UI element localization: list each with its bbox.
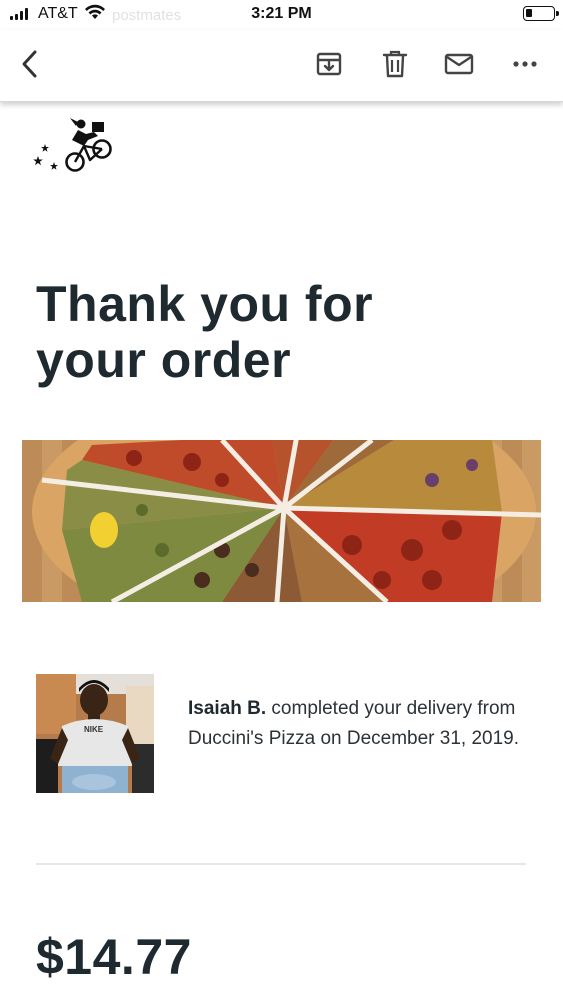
heading-line-1: Thank you for xyxy=(36,276,374,332)
chevron-left-icon xyxy=(22,50,37,78)
battery-level xyxy=(526,9,532,17)
pizza-banner-image xyxy=(22,440,541,602)
email-toolbar xyxy=(0,30,563,102)
mail-icon xyxy=(444,53,474,75)
archive-icon xyxy=(316,52,342,76)
delete-button[interactable] xyxy=(377,46,413,82)
divider xyxy=(36,863,526,865)
status-bar: AT&T postmates 3:21 PM xyxy=(0,0,563,30)
battery-icon xyxy=(523,6,559,21)
status-time: 3:21 PM xyxy=(251,5,312,22)
courier-avatar: NIKE xyxy=(36,674,154,793)
mark-unread-button[interactable] xyxy=(441,46,477,82)
more-button[interactable] xyxy=(507,46,543,82)
heading-line-2: your order xyxy=(36,332,292,388)
back-button[interactable] xyxy=(12,46,48,82)
courier-name: Isaiah B. xyxy=(188,698,267,719)
more-icon xyxy=(513,61,537,67)
order-total: $14.77 xyxy=(36,929,192,985)
shirt-logo-text: NIKE xyxy=(84,725,104,734)
thank-you-heading: Thank you for your order xyxy=(36,276,496,388)
trash-icon xyxy=(382,50,408,78)
delivery-message: Isaiah B. completed your delivery from D… xyxy=(188,694,538,754)
postmates-logo-icon xyxy=(33,118,112,172)
archive-button[interactable] xyxy=(311,46,347,82)
